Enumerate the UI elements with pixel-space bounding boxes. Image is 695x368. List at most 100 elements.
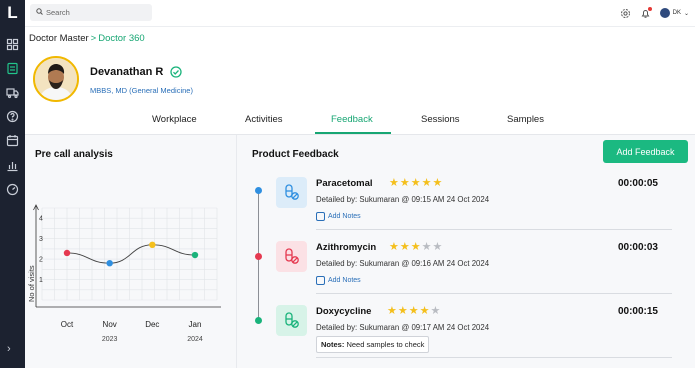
left-nav-rail: L › <box>0 0 25 368</box>
calendar-icon[interactable] <box>6 134 19 147</box>
drug-name: Doxycycline <box>316 306 372 317</box>
tab-feedback[interactable]: Feedback <box>331 114 373 125</box>
pill-icon <box>276 241 307 272</box>
breadcrumb: Doctor Master > Doctor 360 <box>29 33 145 44</box>
detailed-by-text: Detailed by: Sukumaran @ 09:17 AM 24 Oct… <box>316 323 490 332</box>
star-empty-icon: ★ <box>421 241 432 253</box>
tab-workplace[interactable]: Workplace <box>152 114 197 125</box>
data-point <box>191 251 199 259</box>
star-filled-icon: ★ <box>399 177 410 189</box>
star-filled-icon: ★ <box>410 241 421 253</box>
breadcrumb-root[interactable]: Doctor Master <box>29 33 89 44</box>
reports-icon[interactable] <box>6 159 19 172</box>
x-tick-label: Nov <box>103 320 117 329</box>
x-tick-label: Dec <box>145 320 159 329</box>
visits-line-chart: 1 2 3 4 No of visits Oct Nov Dec Jan 2023 2024 <box>27 204 221 343</box>
top-right-toolbar: DK ⌄ <box>620 6 689 20</box>
star-filled-icon: ★ <box>397 305 408 317</box>
star-filled-icon: ★ <box>421 177 432 189</box>
search-input[interactable] <box>46 6 146 19</box>
x-year-label: 2024 <box>187 336 203 343</box>
doctor-name: Devanathan R <box>90 66 164 78</box>
row-divider <box>316 229 672 230</box>
y-axis-label: No of visits <box>27 265 36 302</box>
notification-dot <box>647 6 652 11</box>
pill-icon <box>276 177 307 208</box>
star-empty-icon: ★ <box>430 305 441 317</box>
rating-stars: ★ ★ ★ ★ ★ <box>387 305 440 317</box>
doctor-degree: MBBS, MD (General Medicine) <box>90 86 193 95</box>
panel-separator <box>236 135 237 368</box>
detailed-by-text: Detailed by: Sukumaran @ 09:15 AM 24 Oct… <box>316 195 490 204</box>
add-notes-link[interactable]: Add Notes <box>316 212 361 221</box>
drug-name: Azithromycin <box>316 242 377 253</box>
notification-bell-icon[interactable] <box>640 6 652 19</box>
settings-icon[interactable] <box>620 8 631 19</box>
detailing-duration: 00:00:15 <box>617 306 658 317</box>
y-tick-label: 3 <box>39 236 43 243</box>
timeline-dot <box>255 187 262 194</box>
detailed-by-text: Detailed by: Sukumaran @ 09:16 AM 24 Oct… <box>316 259 490 268</box>
data-point <box>149 241 156 248</box>
add-notes-label: Add Notes <box>328 277 361 284</box>
notes-label: Notes: <box>321 340 345 349</box>
note-icon <box>316 276 325 285</box>
product-feedback-title: Product Feedback <box>252 149 339 160</box>
search-bar[interactable] <box>30 4 152 21</box>
detailing-duration: 00:00:05 <box>617 178 658 189</box>
star-filled-icon: ★ <box>432 177 443 189</box>
x-tick-label: Oct <box>61 320 74 329</box>
gauge-icon[interactable] <box>6 183 19 196</box>
star-filled-icon: ★ <box>408 305 419 317</box>
row-divider <box>316 293 672 294</box>
tab-sessions[interactable]: Sessions <box>421 114 460 125</box>
timeline-dot <box>255 253 262 260</box>
notes-box: Notes: Need samples to check <box>316 336 430 353</box>
x-year-label: 2023 <box>102 336 118 343</box>
y-tick-label: 4 <box>39 216 43 223</box>
feedback-item: Azithromycin ★ ★ ★ ★ ★ 00:00:03 Detailed by:… <box>276 241 672 296</box>
drug-name: Paracetomal <box>316 178 373 189</box>
doctor-avatar <box>33 56 79 102</box>
pre-call-title: Pre call analysis <box>35 149 113 160</box>
data-point <box>106 260 113 267</box>
pill-icon <box>276 305 307 336</box>
help-icon[interactable] <box>6 110 19 123</box>
add-notes-label: Add Notes <box>328 213 361 220</box>
add-feedback-button[interactable]: Add Feedback <box>603 140 688 163</box>
notes-text: Need samples to check <box>346 340 425 349</box>
verified-badge-icon <box>170 66 182 78</box>
user-avatar <box>659 8 670 18</box>
tab-activities[interactable]: Activities <box>245 114 282 125</box>
breadcrumb-current: Doctor 360 <box>98 33 145 44</box>
app-logo[interactable]: L <box>5 4 20 22</box>
star-filled-icon: ★ <box>389 177 399 189</box>
doctor-master-icon[interactable] <box>6 62 19 75</box>
star-filled-icon: ★ <box>387 305 397 317</box>
tab-samples[interactable]: Samples <box>507 114 544 125</box>
star-empty-icon: ★ <box>432 241 443 253</box>
star-filled-icon: ★ <box>419 305 430 317</box>
chevron-down-icon: ⌄ <box>683 10 689 17</box>
breadcrumb-separator: > <box>90 33 97 44</box>
star-filled-icon: ★ <box>389 241 399 253</box>
feedback-item: Paracetomal ★ ★ ★ ★ ★ 00:00:05 Detailed by: … <box>276 177 672 232</box>
series-line <box>66 244 196 264</box>
feedback-item: Doxycycline ★ ★ ★ ★ ★ 00:00:15 Detailed by: … <box>276 305 672 360</box>
tab-bar: Workplace Activities Feedback Sessions S… <box>25 108 695 135</box>
search-icon <box>36 8 43 15</box>
y-tick-label: 1 <box>39 277 43 284</box>
note-icon <box>316 212 325 221</box>
star-filled-icon: ★ <box>410 177 421 189</box>
rating-stars: ★ ★ ★ ★ ★ <box>389 241 442 253</box>
expand-sidebar-icon[interactable]: › <box>7 343 11 355</box>
row-divider <box>316 357 672 358</box>
y-tick-label: 2 <box>39 257 43 264</box>
header-divider <box>25 26 695 27</box>
dashboard-icon[interactable] <box>6 38 19 51</box>
add-notes-link[interactable]: Add Notes <box>316 276 361 285</box>
detailing-duration: 00:00:03 <box>617 242 658 253</box>
user-menu[interactable]: DK ⌄ <box>659 8 689 18</box>
data-point <box>63 249 71 257</box>
truck-icon[interactable] <box>6 86 19 99</box>
